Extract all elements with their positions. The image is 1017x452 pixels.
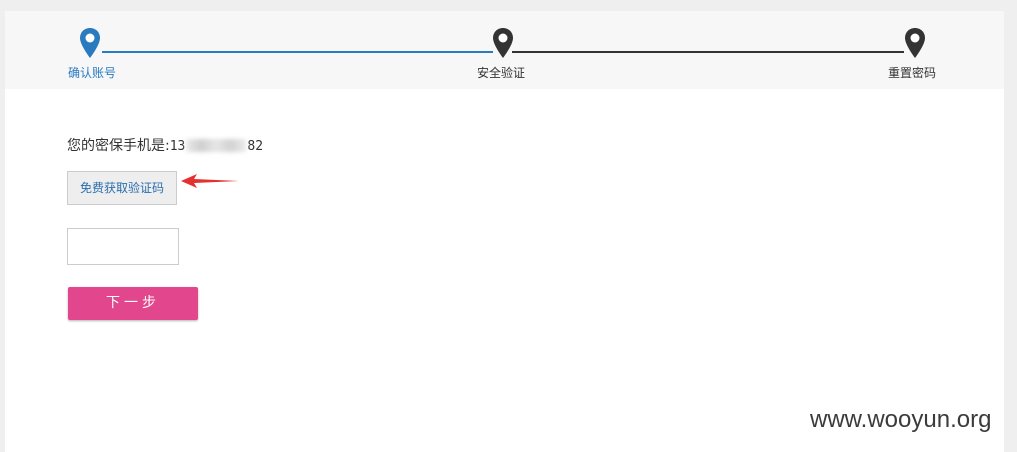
phone-suffix: 82 xyxy=(247,139,264,154)
location-pin-icon xyxy=(903,27,927,59)
annotation-arrow-icon xyxy=(181,174,239,188)
phone-prefix: 13 xyxy=(169,139,186,154)
step-label-confirm-account: 确认账号 xyxy=(68,66,117,80)
location-pin-icon xyxy=(491,27,515,59)
security-phone-line: 您的密保手机是:13 82 xyxy=(67,135,263,155)
step-label-security-verification: 安全验证 xyxy=(477,66,526,80)
location-pin-icon xyxy=(78,27,102,59)
next-step-button[interactable]: 下一步 xyxy=(68,287,198,320)
verification-code-input[interactable] xyxy=(67,228,179,265)
phone-label: 您的密保手机是: xyxy=(67,138,170,154)
masked-phone-digits xyxy=(186,139,247,152)
step-connector-2 xyxy=(512,51,904,53)
get-verification-code-button[interactable]: 免费获取验证码 xyxy=(67,171,177,205)
watermark: www.wooyun.org xyxy=(810,406,992,433)
progress-steps: 确认账号 安全验证 重置密码 xyxy=(5,11,1004,89)
step-label-reset-password: 重置密码 xyxy=(888,66,937,80)
reset-password-panel: 确认账号 安全验证 重置密码 您的密保手机是:13 82 免费获取验证码 下一步 xyxy=(5,11,1004,452)
step-connector-1 xyxy=(102,51,493,53)
